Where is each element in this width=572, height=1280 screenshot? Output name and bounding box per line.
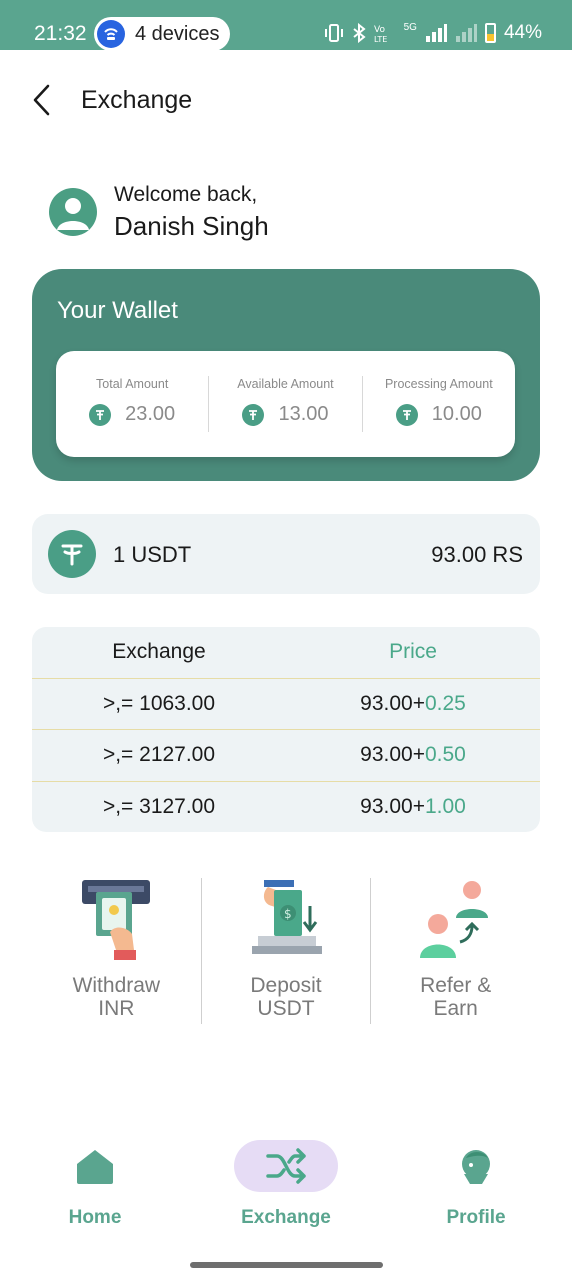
wallet-total-value: 23.00 [125,403,176,425]
rate-unit: 1 USDT [113,542,192,567]
nav-profile[interactable]: Profile [406,1140,546,1229]
wallet-title: Your Wallet [57,297,178,324]
table-header-row: Exchange Price [32,627,540,679]
price-cell: 93.00+0.25 [286,692,540,716]
chevron-left-icon [33,84,50,116]
app-header: Exchange [0,80,572,120]
nav-exchange-label: Exchange [241,1207,331,1228]
wallet-available-value: 13.00 [278,403,329,425]
hotspot-pill[interactable]: 4 devices [94,17,230,51]
wallet-total: Total Amount 23.00 [56,376,208,432]
svg-text:LTE: LTE [374,35,387,43]
tether-icon [242,403,265,426]
network-type-label: 5G [403,22,417,33]
table-row: >,= 2127.00 93.00+0.50 [32,730,540,782]
withdraw-inr-button[interactable]: Withdraw INR [32,878,201,1024]
price-cell: 93.00+1.00 [286,795,540,819]
signal-icon [425,24,447,42]
price-base: 93.00+ [360,743,425,767]
back-button[interactable] [28,82,60,118]
wallet-balances: Total Amount 23.00 Available Amount 13.0… [56,351,515,457]
nav-profile-label: Profile [446,1207,506,1228]
column-header-exchange: Exchange [112,640,206,664]
wallet-total-label: Total Amount [96,377,169,391]
price-base: 93.00+ [360,691,425,715]
avatar[interactable] [49,188,97,236]
deposit-usdt-button[interactable]: $ Deposit USDT [200,878,371,1024]
action-label: Refer & Earn [420,974,492,1020]
signal-weak-icon [455,24,477,42]
exchange-rate-row: 1 USDT 93.00 RS [32,514,540,594]
tether-icon [395,403,418,426]
vibrate-icon [324,24,343,42]
home-indicator[interactable] [190,1262,383,1268]
nav-exchange[interactable]: Exchange [216,1140,356,1229]
status-icons: Vo LTE 5G 44% [324,22,542,44]
hotspot-devices-label: 4 devices [135,22,220,45]
status-bar: 21:32 4 devices Vo LTE 5G 44% [0,0,572,51]
wallet-available: Available Amount 13.00 [208,376,361,432]
price-base: 93.00+ [360,795,425,819]
tether-icon [48,530,96,578]
user-name: Danish Singh [114,211,269,241]
column-header-price: Price [389,640,437,664]
tether-icon [89,403,112,426]
price-cell: 93.00+0.50 [286,743,540,767]
refer-people-icon [419,881,488,958]
home-icon [77,1150,113,1184]
wallet-processing-value: 10.00 [431,403,482,425]
deposit-cash-icon: $ [252,880,322,954]
user-avatar-icon [57,198,89,230]
rate-value: 93.00 RS [431,542,523,567]
price-bonus: 0.25 [424,691,466,715]
wallet-processing: Processing Amount 10.00 [361,376,515,432]
battery-icon [484,23,496,43]
battery-percent: 44% [503,22,542,43]
wallet-card: Your Wallet Total Amount 23.00 Available… [32,269,540,481]
page-title: Exchange [81,86,193,114]
welcome-greeting: Welcome back, [114,183,258,206]
price-bonus: 1.00 [424,795,466,819]
wallet-available-label: Available Amount [237,377,334,391]
shuffle-icon [266,1148,306,1184]
refer-earn-button[interactable]: Refer & Earn [370,878,540,1024]
quick-actions: Withdraw INR $ Deposit USDT Refer & Earn [32,878,540,1024]
svg-text:Vo: Vo [374,25,385,35]
bluetooth-icon [353,23,366,43]
exchange-price-table: Exchange Price >,= 1063.00 93.00+0.25 >,… [32,627,540,832]
exchange-threshold: >,= 3127.00 [102,795,216,819]
volte-icon: VoLTE [374,25,387,43]
table-row: >,= 3127.00 93.00+1.00 [32,782,540,833]
price-bonus: 0.50 [424,743,466,767]
exchange-threshold: >,= 1063.00 [102,691,216,715]
nav-home[interactable]: Home [25,1140,165,1229]
nav-home-label: Home [68,1207,122,1228]
bottom-navigation: Home Exchange Profile [0,1140,572,1240]
exchange-threshold: >,= 2127.00 [102,743,216,767]
withdraw-atm-icon [82,880,151,960]
hotspot-icon [97,20,125,48]
svg-text:$: $ [284,907,292,921]
action-label: Deposit USDT [250,974,322,1020]
profile-icon [462,1150,490,1184]
table-row: >,= 1063.00 93.00+0.25 [32,679,540,730]
status-time: 21:32 [34,22,87,45]
wallet-processing-label: Processing Amount [384,377,493,391]
action-label: Withdraw INR [72,974,161,1020]
